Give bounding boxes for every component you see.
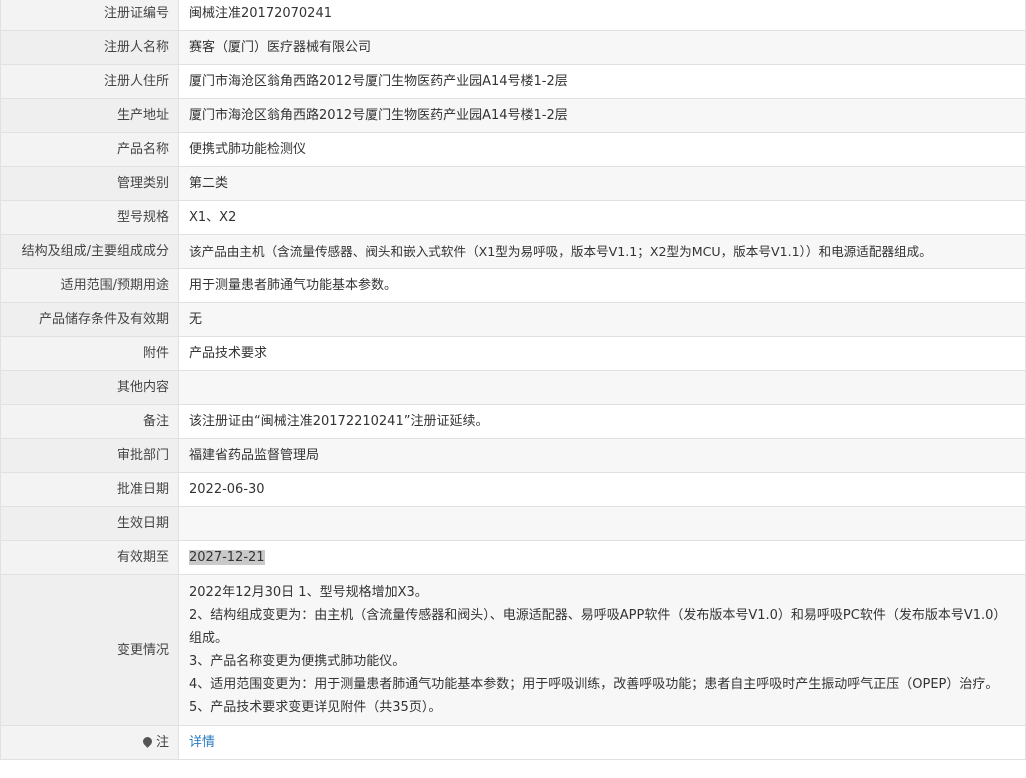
field-value: 详情 xyxy=(178,725,1026,760)
change-history-value: 2022年12月30日 1、型号规格增加X3。 2、结构组成变更为：由主机（含流… xyxy=(178,574,1026,726)
map-pin-icon xyxy=(141,735,154,748)
change-line: 2、结构组成变更为：由主机（含流量传感器和阀头）、电源适配器、易呼吸APP软件（… xyxy=(189,608,1007,646)
field-label: 审批部门 xyxy=(0,438,179,473)
field-label: 变更情况 xyxy=(0,574,179,726)
change-line: 5、产品技术要求变更详见附件（共35页）。 xyxy=(189,700,442,715)
row-note: 注 详情 xyxy=(0,725,1026,760)
row-remarks: 备注 该注册证由“闽械注准20172210241”注册证延续。 xyxy=(0,404,1026,439)
field-value xyxy=(178,506,1026,541)
field-label: 有效期至 xyxy=(0,540,179,575)
row-storage-validity: 产品储存条件及有效期 无 xyxy=(0,302,1026,337)
field-value: 产品技术要求 xyxy=(178,336,1026,371)
row-approval-date: 批准日期 2022-06-30 xyxy=(0,472,1026,507)
field-value: 第二类 xyxy=(178,166,1026,201)
row-approval-department: 审批部门 福建省药品监督管理局 xyxy=(0,438,1026,473)
field-value: 赛客（厦门）医疗器械有限公司 xyxy=(178,30,1026,65)
change-line: 4、适用范围变更为：用于测量患者肺通气功能基本参数；用于呼吸训练，改善呼吸功能；… xyxy=(189,677,999,692)
field-label: 产品名称 xyxy=(0,132,179,167)
field-label: 附件 xyxy=(0,336,179,371)
row-attachment: 附件 产品技术要求 xyxy=(0,336,1026,371)
field-label: 结构及组成/主要组成成分 xyxy=(0,234,179,269)
field-label: 其他内容 xyxy=(0,370,179,405)
valid-until-value: 2027-12-21 xyxy=(189,550,265,565)
field-value: 用于测量患者肺通气功能基本参数。 xyxy=(178,268,1026,303)
field-value: 2027-12-21 xyxy=(178,540,1026,575)
field-value xyxy=(178,370,1026,405)
field-label: 批准日期 xyxy=(0,472,179,507)
row-registrant-name: 注册人名称 赛客（厦门）医疗器械有限公司 xyxy=(0,30,1026,65)
field-label: 管理类别 xyxy=(0,166,179,201)
row-registration-number: 注册证编号 闽械注准20172070241 xyxy=(0,0,1026,31)
field-label: 生产地址 xyxy=(0,98,179,133)
row-management-category: 管理类别 第二类 xyxy=(0,166,1026,201)
row-production-address: 生产地址 厦门市海沧区翁角西路2012号厦门生物医药产业园A14号楼1-2层 xyxy=(0,98,1026,133)
field-label: 注 xyxy=(0,725,179,760)
row-model-spec: 型号规格 X1、X2 xyxy=(0,200,1026,235)
field-value: 该注册证由“闽械注准20172210241”注册证延续。 xyxy=(178,404,1026,439)
field-value: 厦门市海沧区翁角西路2012号厦门生物医药产业园A14号楼1-2层 xyxy=(178,64,1026,99)
field-label: 注册人住所 xyxy=(0,64,179,99)
field-label: 产品储存条件及有效期 xyxy=(0,302,179,337)
row-product-name: 产品名称 便携式肺功能检测仪 xyxy=(0,132,1026,167)
field-value: 该产品由主机（含流量传感器、阀头和嵌入式软件（X1型为易呼吸，版本号V1.1；X… xyxy=(178,234,1026,269)
field-value: 便携式肺功能检测仪 xyxy=(178,132,1026,167)
field-value: 2022-06-30 xyxy=(178,472,1026,507)
row-valid-until: 有效期至 2027-12-21 xyxy=(0,540,1026,575)
field-value: 福建省药品监督管理局 xyxy=(178,438,1026,473)
field-value: X1、X2 xyxy=(178,200,1026,235)
row-intended-use: 适用范围/预期用途 用于测量患者肺通气功能基本参数。 xyxy=(0,268,1026,303)
field-label: 生效日期 xyxy=(0,506,179,541)
row-other-content: 其他内容 xyxy=(0,370,1026,405)
field-label: 注册证编号 xyxy=(0,0,179,31)
field-label: 适用范围/预期用途 xyxy=(0,268,179,303)
field-label: 注册人名称 xyxy=(0,30,179,65)
field-value: 闽械注准20172070241 xyxy=(178,0,1026,31)
registration-detail-table: 注册证编号 闽械注准20172070241 注册人名称 赛客（厦门）医疗器械有限… xyxy=(0,0,1026,760)
field-value: 厦门市海沧区翁角西路2012号厦门生物医药产业园A14号楼1-2层 xyxy=(178,98,1026,133)
row-effective-date: 生效日期 xyxy=(0,506,1026,541)
details-link[interactable]: 详情 xyxy=(189,735,215,750)
field-label: 备注 xyxy=(0,404,179,439)
change-line: 2022年12月30日 1、型号规格增加X3。 xyxy=(189,585,428,600)
row-registrant-address: 注册人住所 厦门市海沧区翁角西路2012号厦门生物医药产业园A14号楼1-2层 xyxy=(0,64,1026,99)
row-change-history: 变更情况 2022年12月30日 1、型号规格增加X3。 2、结构组成变更为：由… xyxy=(0,574,1026,726)
row-structure-composition: 结构及组成/主要组成成分 该产品由主机（含流量传感器、阀头和嵌入式软件（X1型为… xyxy=(0,234,1026,269)
change-line: 3、产品名称变更为便携式肺功能仪。 xyxy=(189,654,406,669)
note-label: 注 xyxy=(155,735,169,750)
field-label: 型号规格 xyxy=(0,200,179,235)
field-value: 无 xyxy=(178,302,1026,337)
